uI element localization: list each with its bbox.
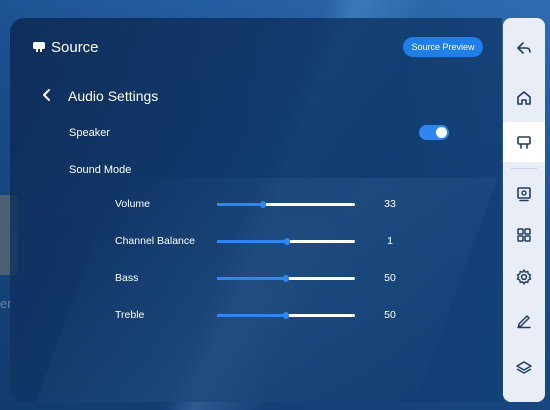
- pen-icon: [517, 315, 531, 329]
- sidebar-item-screen[interactable]: [503, 176, 545, 212]
- sidebar-rail: [503, 18, 545, 402]
- speaker-label: Speaker: [69, 127, 110, 139]
- sidebar-divider: [511, 168, 537, 169]
- sidebar-item-home[interactable]: [503, 80, 545, 116]
- channel-balance-slider[interactable]: [217, 238, 355, 245]
- gear-icon: [516, 269, 532, 285]
- bass-slider[interactable]: [217, 275, 355, 282]
- layers-icon: [516, 361, 532, 374]
- home-icon: [517, 91, 531, 105]
- slider-thumb[interactable]: [284, 238, 291, 245]
- sidebar-item-source[interactable]: [503, 124, 545, 160]
- toggle-knob: [436, 127, 447, 138]
- source-icon: [33, 42, 45, 52]
- channel-balance-label: Channel Balance: [115, 235, 195, 247]
- slider-thumb[interactable]: [283, 275, 289, 282]
- slider-thumb[interactable]: [283, 312, 289, 319]
- section-title: Audio Settings: [68, 88, 159, 104]
- volume-value: 33: [384, 198, 396, 210]
- sidebar-item-settings[interactable]: [503, 259, 545, 295]
- treble-label: Treble: [115, 309, 145, 321]
- slider-thumb[interactable]: [259, 201, 266, 208]
- volume-slider[interactable]: [217, 201, 355, 208]
- slider-fill: [217, 314, 286, 317]
- slider-fill: [217, 203, 263, 206]
- screen-icon: [517, 187, 531, 202]
- channel-balance-value: 1: [387, 235, 393, 247]
- slider-fill: [217, 277, 286, 280]
- treble-row: Treble 50: [10, 305, 502, 325]
- treble-value: 50: [384, 309, 396, 321]
- slider-fill: [217, 240, 288, 243]
- source-icon: [517, 136, 531, 149]
- bass-label: Bass: [115, 272, 139, 284]
- sound-mode-label[interactable]: Sound Mode: [69, 164, 131, 176]
- sidebar-item-annotate[interactable]: [503, 302, 545, 338]
- treble-slider[interactable]: [217, 312, 355, 319]
- panel-title: Source: [51, 39, 99, 56]
- bass-value: 50: [384, 272, 396, 284]
- sidebar-item-back[interactable]: [503, 30, 545, 66]
- sidebar-item-apps[interactable]: [503, 217, 545, 253]
- bass-row: Bass 50: [10, 268, 502, 288]
- volume-row: Volume 33: [10, 194, 502, 214]
- chevron-left-icon[interactable]: [41, 88, 53, 102]
- speaker-toggle[interactable]: [419, 125, 449, 140]
- grid-icon: [517, 228, 531, 242]
- source-preview-button[interactable]: Source Preview: [403, 37, 483, 57]
- back-icon: [517, 42, 531, 54]
- channel-balance-row: Channel Balance 1: [10, 231, 502, 251]
- panel-header: Source Source Preview: [10, 18, 502, 76]
- sidebar-item-layers[interactable]: [503, 350, 545, 386]
- source-panel: Source Source Preview Audio Settings Spe…: [10, 18, 502, 402]
- volume-label: Volume: [115, 198, 151, 210]
